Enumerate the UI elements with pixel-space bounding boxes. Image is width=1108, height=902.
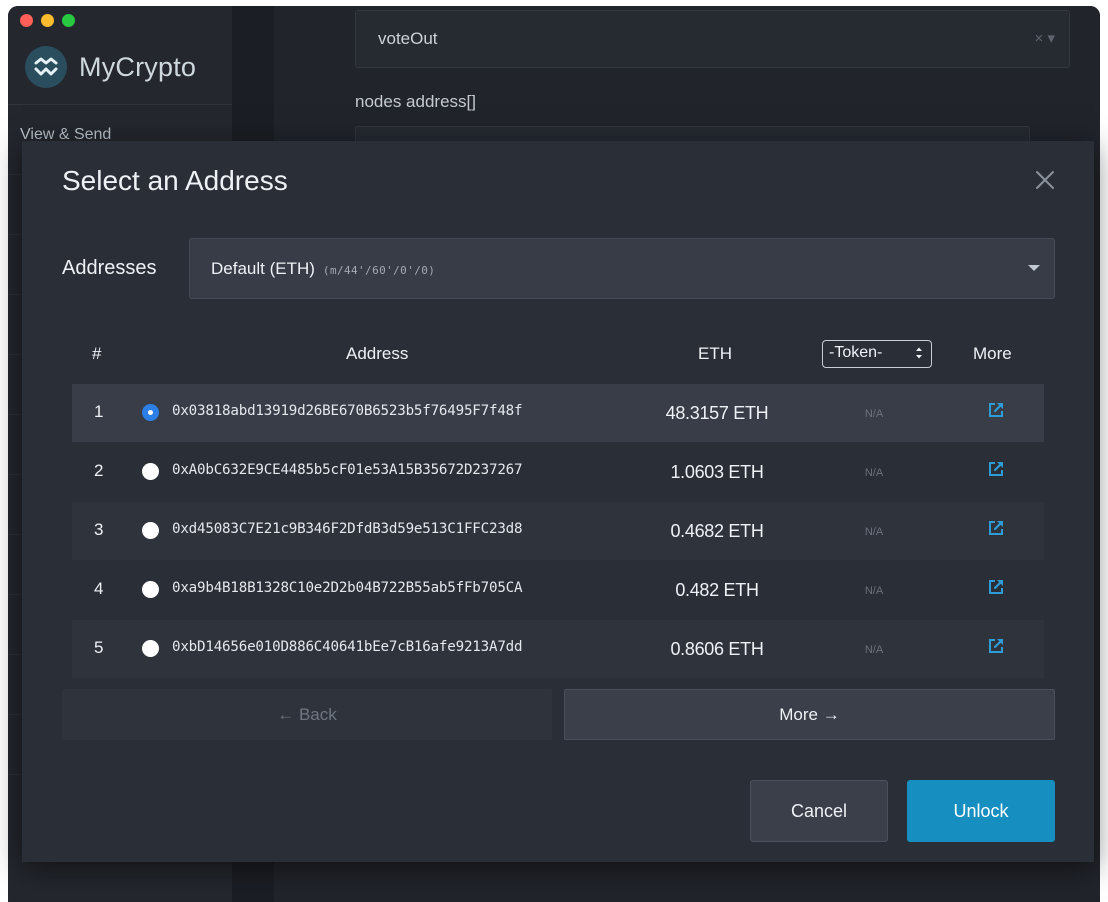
external-link-icon[interactable]	[987, 519, 1005, 537]
derivation-path-select[interactable]: Default (ETH) (m/44'/60'/0'/0)	[189, 238, 1055, 299]
row-radio[interactable]	[142, 581, 159, 598]
dpath-path: (m/44'/60'/0'/0)	[322, 264, 436, 277]
close-modal-button[interactable]	[1030, 165, 1060, 195]
address-table-body: 1 0x03818abd13919d26BE670B6523b5f76495F7…	[72, 384, 1044, 679]
column-header-more: More	[973, 344, 1012, 363]
row-token-balance: N/A	[864, 585, 884, 597]
close-icon	[1036, 171, 1054, 189]
more-addresses-button[interactable]: More →	[564, 689, 1055, 740]
brand[interactable]: MyCrypto	[25, 46, 196, 88]
row-address: 0x03818abd13919d26BE670B6523b5f76495F7f4…	[172, 403, 523, 419]
row-index: 3	[94, 520, 104, 539]
row-eth-balance: 0.4682 ETH	[670, 521, 764, 541]
clear-and-caret-icon[interactable]: × ▾	[1035, 29, 1055, 47]
address-table-header: # Address ETH -Token- More	[72, 336, 1044, 372]
row-token-balance: N/A	[864, 408, 884, 420]
table-row[interactable]: 1 0x03818abd13919d26BE670B6523b5f76495F7…	[72, 384, 1044, 442]
brand-name: MyCrypto	[79, 51, 197, 82]
column-header-number: #	[92, 344, 102, 363]
zoom-window-icon[interactable]	[62, 14, 75, 27]
table-row[interactable]: 5 0xbD14656e010D886C40641bEe7cB16afe9213…	[72, 620, 1044, 678]
select-address-modal: Select an Address Addresses Default (ETH…	[22, 141, 1094, 862]
table-row[interactable]: 2 0xA0bC632E9CE4485b5cF01e53A15B35672D23…	[72, 443, 1044, 501]
row-index: 4	[94, 579, 104, 598]
addresses-label: Addresses	[62, 257, 157, 279]
token-select-value: -Token-	[829, 344, 883, 361]
chevron-down-icon	[1028, 265, 1040, 271]
back-button[interactable]: ← Back	[62, 689, 552, 740]
dpath-name: Default (ETH)	[211, 259, 315, 278]
updown-caret-icon	[916, 347, 922, 359]
external-link-icon[interactable]	[987, 460, 1005, 478]
mycrypto-logo-icon	[25, 46, 67, 88]
minimize-window-icon[interactable]	[41, 14, 54, 27]
row-eth-balance: 1.0603 ETH	[670, 462, 764, 482]
row-index: 5	[94, 638, 104, 657]
row-address: 0xbD14656e010D886C40641bEe7cB16afe9213A7…	[172, 639, 523, 655]
row-eth-balance: 0.8606 ETH	[670, 639, 764, 659]
derivation-path-value: Default (ETH) (m/44'/60'/0'/0)	[211, 259, 435, 279]
external-link-icon[interactable]	[987, 578, 1005, 596]
row-address: 0xd45083C7E21c9B346F2DfdB3d59e513C1FFC23…	[172, 521, 523, 537]
token-select[interactable]: -Token-	[822, 340, 932, 368]
row-radio[interactable]	[142, 463, 159, 480]
row-eth-balance: 0.482 ETH	[675, 580, 759, 600]
row-radio[interactable]	[142, 640, 159, 657]
row-address: 0xa9b4B18B1328C10e2D2b04B722B55ab5fFb705…	[172, 580, 523, 596]
table-row[interactable]: 3 0xd45083C7E21c9B346F2DfdB3d59e513C1FFC…	[72, 502, 1044, 560]
row-address: 0xA0bC632E9CE4485b5cF01e53A15B35672D2372…	[172, 462, 523, 478]
row-token-balance: N/A	[864, 526, 884, 538]
external-link-icon[interactable]	[987, 637, 1005, 655]
function-select[interactable]: voteOut × ▾	[355, 10, 1070, 68]
window-controls	[20, 14, 75, 27]
row-token-balance: N/A	[864, 644, 884, 656]
external-link-icon[interactable]	[987, 401, 1005, 419]
cancel-button[interactable]: Cancel	[750, 780, 888, 842]
table-row[interactable]: 4 0xa9b4B18B1328C10e2D2b04B722B55ab5fFb7…	[72, 561, 1044, 619]
row-index: 2	[94, 461, 104, 480]
modal-title: Select an Address	[62, 165, 288, 196]
close-window-icon[interactable]	[20, 14, 33, 27]
nodes-address-label: nodes address[]	[355, 92, 476, 111]
column-header-eth: ETH	[698, 344, 732, 363]
column-header-address: Address	[346, 344, 409, 363]
row-radio[interactable]	[142, 522, 159, 539]
row-index: 1	[94, 402, 104, 421]
sidebar-divider	[8, 104, 232, 105]
row-token-balance: N/A	[864, 467, 884, 479]
row-eth-balance: 48.3157 ETH	[665, 403, 769, 423]
function-select-value: voteOut	[378, 29, 438, 48]
row-radio[interactable]	[142, 404, 159, 421]
unlock-button[interactable]: Unlock	[907, 780, 1055, 842]
